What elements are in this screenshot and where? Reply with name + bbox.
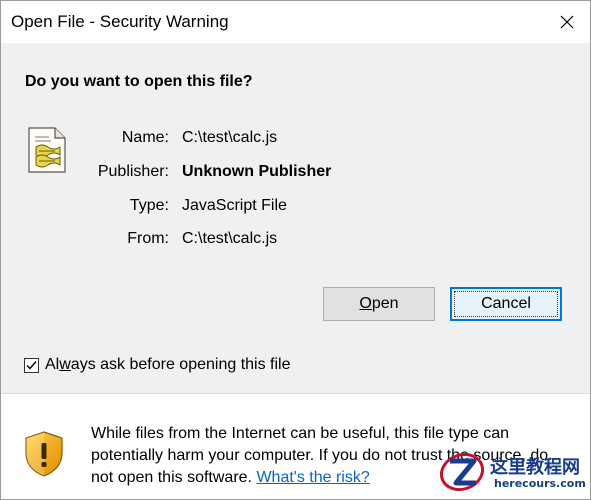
cancel-label: Cancel (481, 295, 531, 312)
watermark-logo-icon (439, 452, 485, 492)
window-title: Open File - Security Warning (11, 12, 229, 31)
publisher-value: Unknown Publisher (182, 163, 332, 180)
from-label: From: (127, 230, 169, 247)
watermark-subtitle: herecours.com (494, 477, 586, 490)
title-bar: Open File - Security Warning (1, 1, 590, 43)
type-value: JavaScript File (182, 197, 287, 214)
open-label-rest: pen (371, 295, 399, 312)
watermark-title: 这里教程网 (490, 457, 580, 478)
checkmark-icon (26, 360, 37, 370)
site-watermark: 这里教程网 herecours.com (438, 447, 588, 497)
close-icon (560, 15, 574, 29)
name-label: Name: (121, 129, 169, 146)
from-value: C:\test\calc.js (182, 230, 278, 247)
open-button[interactable]: Open (323, 287, 435, 321)
cancel-button[interactable]: Cancel (450, 287, 562, 321)
close-button[interactable] (544, 1, 590, 43)
always-ask-label: Always ask before opening this file (45, 356, 291, 373)
publisher-label: Publisher: (97, 163, 169, 180)
dialog-question: Do you want to open this file? (25, 73, 253, 90)
whats-the-risk-link[interactable]: What's the risk? (256, 469, 369, 486)
open-mnemonic: O (359, 295, 372, 312)
type-label: Type: (129, 197, 169, 214)
always-ask-checkbox-row[interactable]: Always ask before opening this file (24, 356, 290, 374)
name-value: C:\test\calc.js (182, 129, 278, 146)
warning-shield-icon (25, 431, 63, 477)
security-warning-dialog: Open File - Security Warning Do you want… (0, 0, 591, 500)
always-ask-checkbox[interactable] (24, 357, 39, 373)
